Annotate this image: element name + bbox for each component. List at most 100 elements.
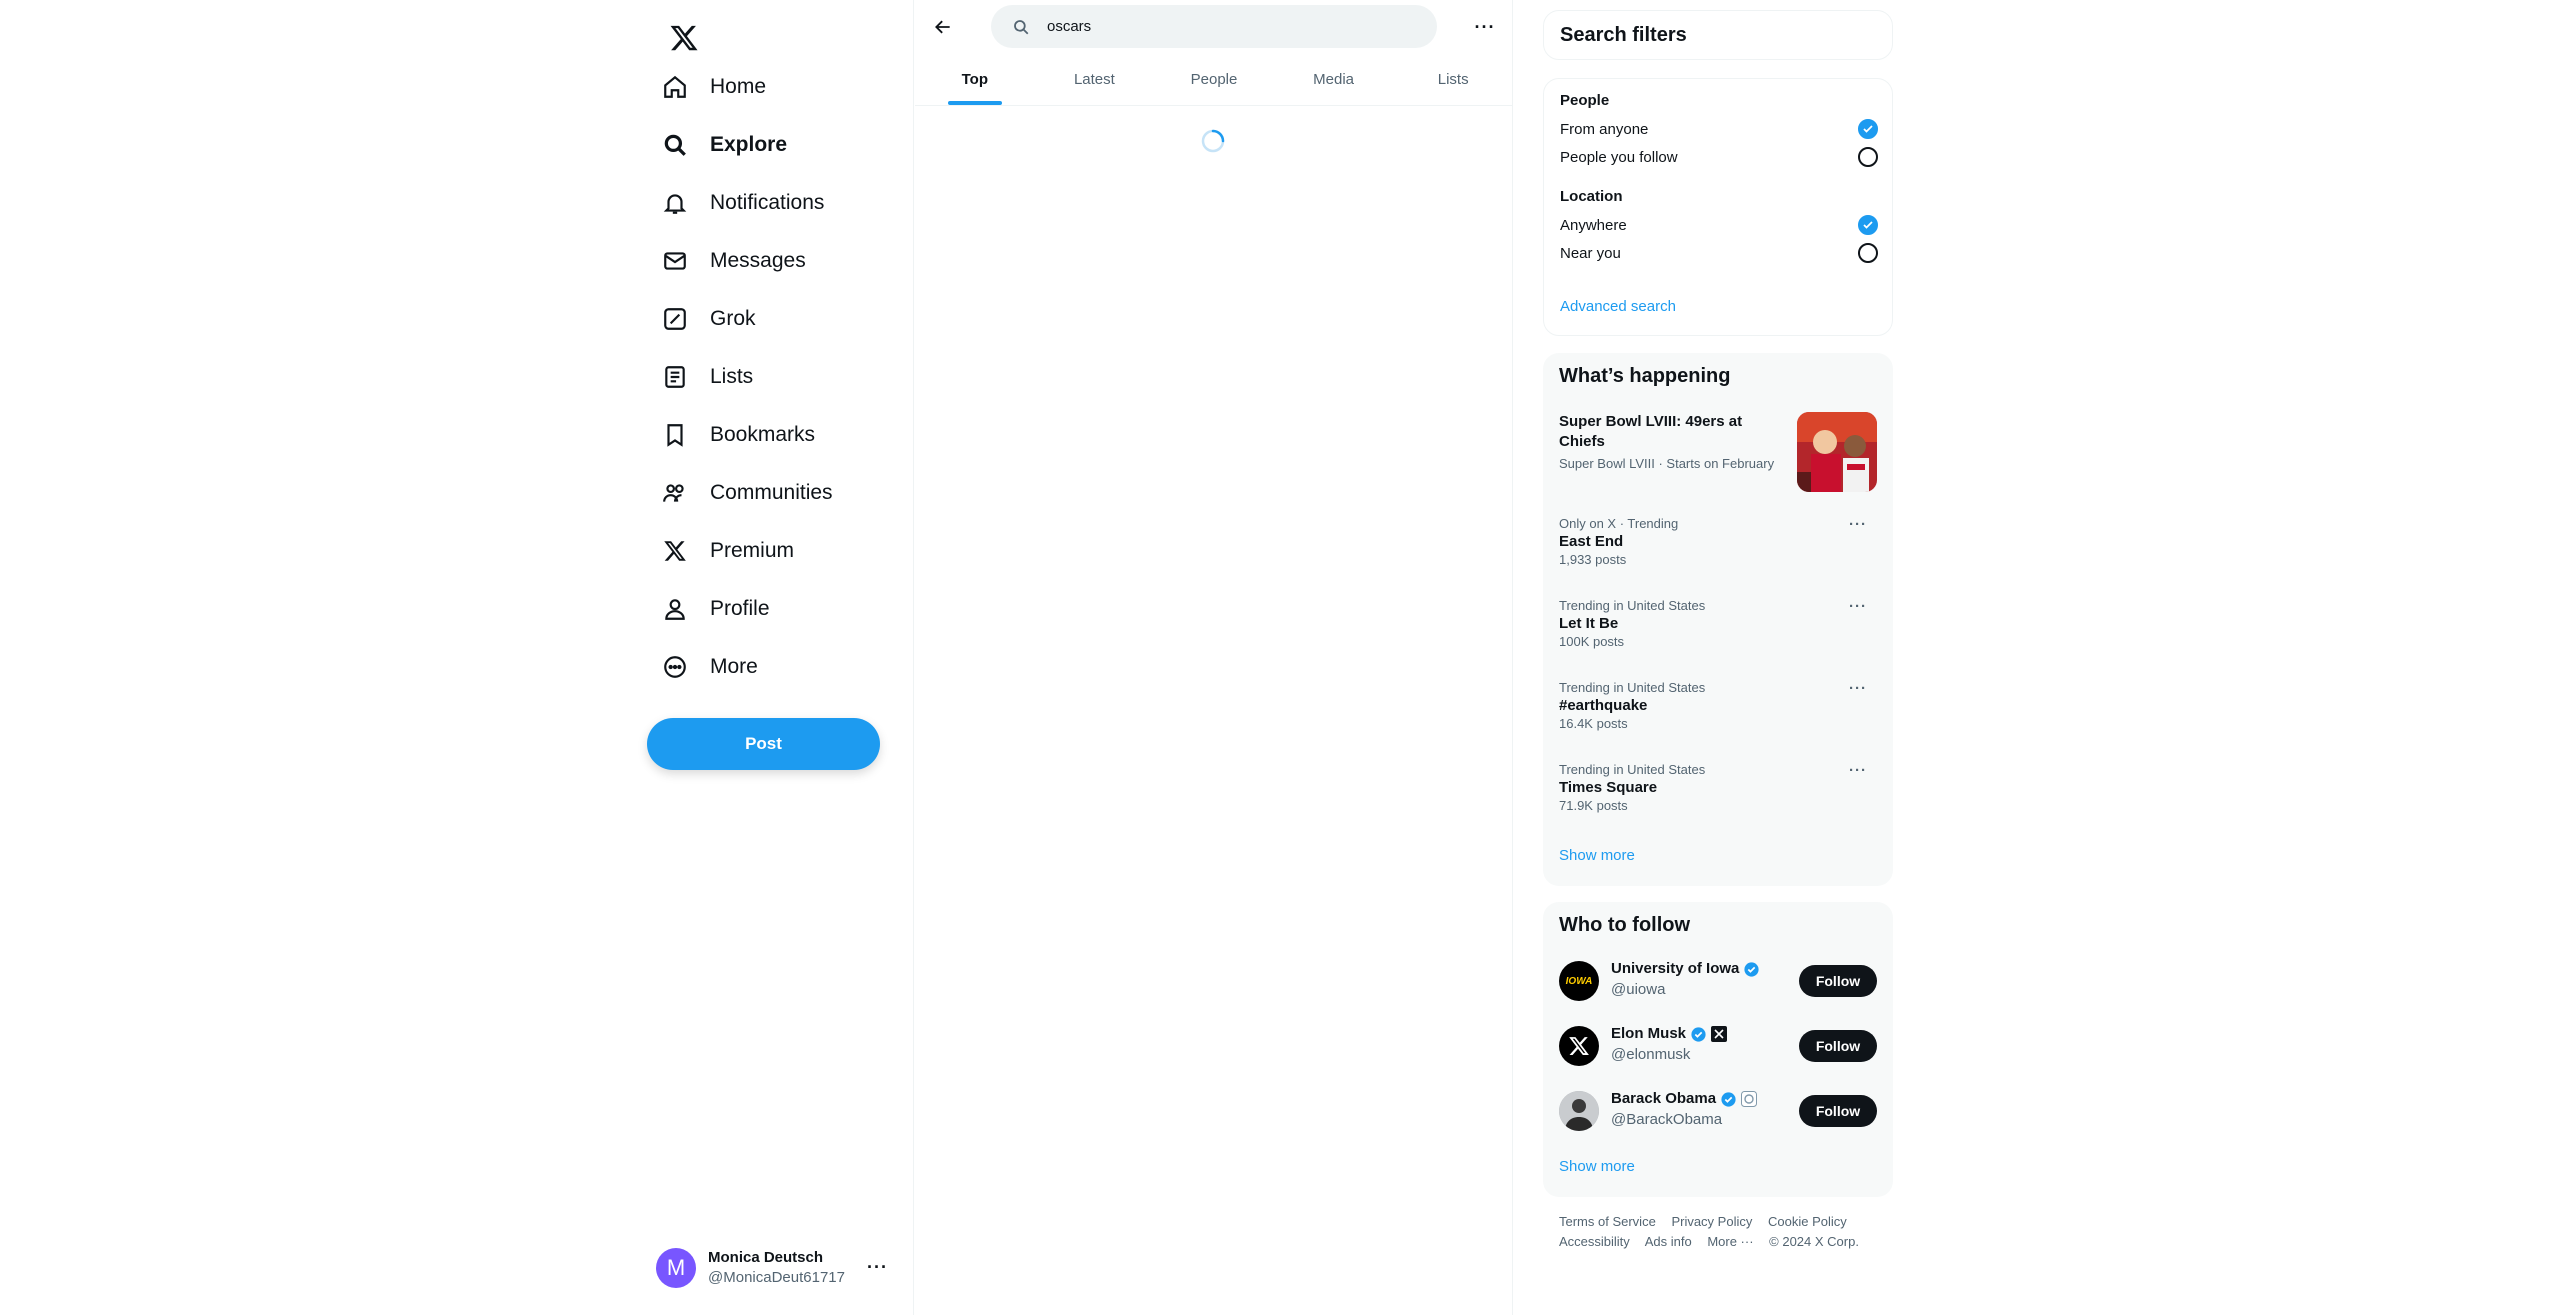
more-horizontal-icon[interactable]: ··· [1849,598,1867,615]
tab-top[interactable]: Top [915,53,1035,105]
trend-post-count: 1,933 posts [1559,552,1627,567]
trend-item[interactable]: Only on X · Trending East End 1,933 post… [1559,516,1877,568]
radio-unchecked-icon[interactable] [1858,243,1878,263]
filter-option-label: Anywhere [1560,216,1627,234]
nav-label: Grok [710,307,756,330]
footer-link[interactable]: More ··· [1707,1234,1753,1249]
follow-suggestion[interactable]: IOWA University of Iowa @uiowa Follow [1559,959,1877,1003]
trend-item[interactable]: Trending in United States Let It Be 100K… [1559,598,1877,650]
filter-group-title: Location [1560,188,1623,205]
post-button[interactable]: Post [647,718,880,770]
filter-option-label: People you follow [1560,148,1678,166]
tab-people[interactable]: People [1154,53,1274,105]
person-icon [660,594,690,624]
nav-item-more[interactable]: More [650,638,847,696]
radio-checked-icon[interactable] [1858,119,1878,139]
nav-item-premium[interactable]: Premium [650,522,847,580]
filter-option-anywhere[interactable]: Anywhere [1560,215,1878,235]
footer-link[interactable]: Privacy Policy [1671,1214,1752,1229]
bookmark-icon [660,420,690,450]
filter-option-label: From anyone [1560,120,1649,138]
follow-handle: @elonmusk [1611,1046,1691,1063]
follow-suggestion[interactable]: Elon Musk @elonmusk Follow [1559,1024,1877,1068]
filter-option-from-anyone[interactable]: From anyone [1560,119,1878,139]
tab-media[interactable]: Media [1274,53,1394,105]
trend-title: Let It Be [1559,615,1619,632]
advanced-search-link[interactable]: Advanced search [1560,298,1676,315]
follow-name: University of Iowa [1611,959,1760,979]
trend-context: Trending in United States [1559,598,1706,613]
filter-group-title: People [1560,92,1610,109]
footer-link[interactable]: Terms of Service [1559,1214,1656,1229]
nav-item-messages[interactable]: Messages [650,232,847,290]
nav-label: Notifications [710,191,825,214]
avatar: IOWA [1559,961,1599,1001]
footer-links: Terms of Service Privacy Policy Cookie P… [1559,1212,1889,1252]
affiliate-x-badge-icon [1711,1026,1728,1042]
radio-checked-icon[interactable] [1858,215,1878,235]
more-horizontal-icon[interactable]: ··· [1467,9,1503,45]
nav-item-profile[interactable]: Profile [650,580,847,638]
whats-happening-panel: What’s happening Super Bowl LVIII: 49ers… [1543,353,1893,886]
nav-item-explore[interactable]: Explore [650,116,847,174]
more-horizontal-icon[interactable]: ··· [1849,762,1867,779]
account-handle: @MonicaDeut61717 [708,1269,845,1286]
verified-badge-icon [1720,1091,1737,1108]
trend-item[interactable]: Trending in United States Times Square 7… [1559,762,1877,814]
follow-button[interactable]: Follow [1799,1030,1877,1062]
x-logo-icon [660,536,690,566]
account-info: Monica Deutsch @MonicaDeut61717 [708,1248,845,1288]
back-arrow-icon[interactable] [925,9,961,45]
show-more-follow-link[interactable]: Show more [1559,1158,1635,1175]
trend-context: Only on X · Trending [1559,516,1679,531]
x-logo-icon [1569,1037,1589,1055]
search-filters-panel: People From anyone People you follow Loc… [1543,78,1893,336]
trend-featured[interactable]: Super Bowl LVIII: 49ers at Chiefs Super … [1559,412,1877,492]
x-logo-icon[interactable] [658,12,710,64]
nav-label: Premium [710,539,795,562]
follow-button[interactable]: Follow [1799,965,1877,997]
avatar [1559,1091,1599,1131]
avatar [1559,1026,1599,1066]
follow-button[interactable]: Follow [1799,1095,1877,1127]
tab-latest[interactable]: Latest [1035,53,1155,105]
trend-item[interactable]: Trending in United States #earthquake 16… [1559,680,1877,732]
section-title: What’s happening [1559,365,1731,387]
trend-post-count: 100K posts [1559,634,1625,649]
nav-label: Explore [710,133,788,156]
search-box[interactable] [991,5,1437,48]
follow-handle: @uiowa [1611,981,1666,998]
footer-link[interactable]: Ads info [1645,1234,1692,1249]
nav-item-grok[interactable]: Grok [650,290,847,348]
filter-option-near-you[interactable]: Near you [1560,243,1878,263]
tab-lists[interactable]: Lists [1393,53,1513,105]
verified-badge-icon [1690,1026,1707,1043]
footer-link[interactable]: Accessibility [1559,1234,1630,1249]
radio-unchecked-icon[interactable] [1858,147,1878,167]
account-switcher[interactable]: M Monica Deutsch @MonicaDeut61717 ··· [656,1245,906,1291]
nav-item-bookmarks[interactable]: Bookmarks [650,406,847,464]
grok-icon [660,304,690,334]
more-horizontal-icon[interactable]: ··· [1849,680,1867,697]
show-more-trends-link[interactable]: Show more [1559,847,1635,864]
footer-link[interactable]: Cookie Policy [1768,1214,1847,1229]
who-to-follow-panel: Who to follow IOWA University of Iowa @u… [1543,902,1893,1197]
follow-name-text: University of Iowa [1611,960,1740,977]
nav-item-lists[interactable]: Lists [650,348,847,406]
loading-spinner [1200,128,1226,154]
trend-thumbnail [1797,412,1877,492]
nav-label: More [710,655,758,678]
nav-item-home[interactable]: Home [650,58,847,116]
filter-option-people-you-follow[interactable]: People you follow [1560,147,1878,167]
nav-item-notifications[interactable]: Notifications [650,174,847,232]
nav-item-communities[interactable]: Communities [650,464,847,522]
more-circle-icon [660,652,690,682]
search-icon [1011,17,1031,37]
trend-title: Super Bowl LVIII: 49ers at Chiefs [1559,413,1743,450]
more-horizontal-icon[interactable]: ··· [867,1257,888,1278]
search-input[interactable] [1047,18,1427,35]
more-horizontal-icon[interactable]: ··· [1849,516,1867,533]
envelope-icon [660,246,690,276]
trend-context: Trending in United States [1559,680,1706,695]
follow-suggestion[interactable]: Barack Obama @BarackObama Follow [1559,1089,1877,1133]
